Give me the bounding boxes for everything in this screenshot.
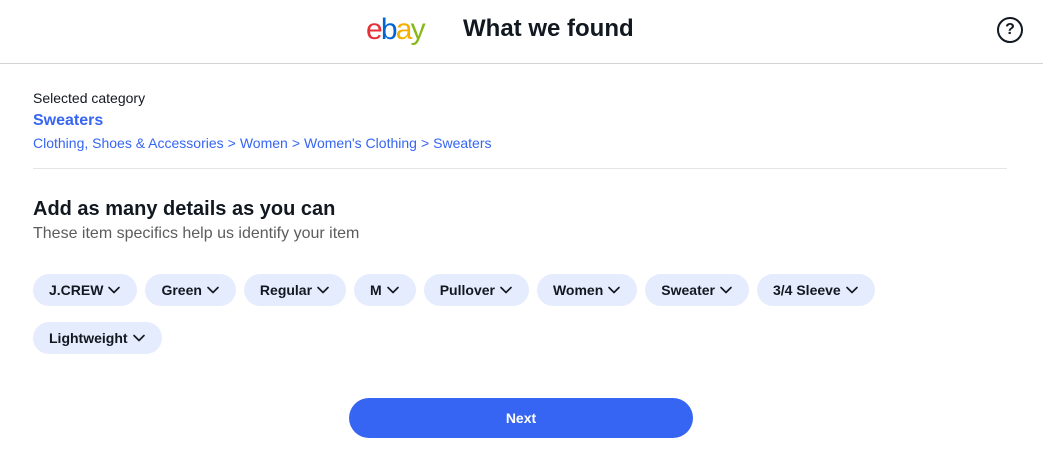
- logo-letter-b: b: [380, 13, 398, 46]
- category-breadcrumb: Clothing, Shoes & Accessories > Women > Wome…: [33, 134, 1007, 152]
- selected-category-name[interactable]: Sweaters: [33, 111, 1007, 131]
- item-specific-chip[interactable]: M: [354, 274, 416, 306]
- breadcrumb-separator: >: [291, 135, 301, 151]
- logo-letter-y: y: [410, 13, 426, 46]
- selected-category-caption: Selected category: [33, 90, 146, 106]
- item-specific-chip[interactable]: Women: [536, 274, 638, 306]
- chevron-down-icon: [206, 283, 220, 297]
- chip-label: Lightweight: [49, 330, 128, 346]
- chevron-down-icon: [607, 283, 621, 297]
- chip-label: Green: [161, 282, 202, 298]
- chip-label: Women: [552, 282, 604, 298]
- chip-label: Pullover: [439, 282, 495, 298]
- breadcrumb-item[interactable]: Sweaters: [433, 135, 491, 151]
- item-specific-chip[interactable]: Green: [145, 274, 236, 306]
- breadcrumb-separator: >: [227, 135, 236, 151]
- logo-letter-e: e: [366, 13, 383, 46]
- ebay-logo[interactable]: e b a y: [366, 13, 426, 46]
- chevron-down-icon: [316, 283, 330, 297]
- item-specific-chip[interactable]: Pullover: [423, 274, 529, 306]
- chip-label: M: [370, 282, 382, 298]
- details-subheading: These item specifics help us identify yo…: [33, 225, 360, 242]
- breadcrumb-separator: >: [420, 135, 430, 151]
- item-specific-chip[interactable]: Sweater: [645, 274, 749, 306]
- chevron-down-icon: [386, 283, 400, 297]
- logo-letter-a: a: [395, 13, 413, 46]
- section-divider: [33, 168, 1007, 169]
- item-specific-chip[interactable]: Lightweight: [33, 322, 162, 354]
- details-heading: Add as many details as you can: [33, 198, 336, 220]
- item-specific-chip[interactable]: Regular: [243, 274, 347, 306]
- item-specific-chip[interactable]: J.CREW: [33, 274, 138, 306]
- question-circle-icon[interactable]: ?: [997, 17, 1023, 43]
- chip-label: Regular: [259, 282, 313, 298]
- main-content: Selected category Sweaters Clothing, Sho…: [33, 90, 1007, 354]
- chevron-down-icon: [845, 283, 859, 297]
- chevron-down-icon: [107, 283, 121, 297]
- chip-label: J.CREW: [49, 282, 104, 298]
- chevron-down-icon: [132, 331, 146, 345]
- breadcrumb-item[interactable]: Women's Clothing: [304, 135, 417, 151]
- chip-label: 3/4 Sleeve: [772, 282, 841, 298]
- chip-label: Sweater: [661, 282, 715, 298]
- item-specific-chip[interactable]: 3/4 Sleeve: [756, 274, 875, 306]
- page-title: What we found: [463, 15, 634, 42]
- breadcrumb-item[interactable]: Clothing, Shoes & Accessories: [33, 135, 224, 151]
- breadcrumb-item[interactable]: Women: [240, 135, 288, 151]
- chevron-down-icon: [719, 283, 733, 297]
- help-glyph: ?: [1005, 21, 1015, 38]
- chevron-down-icon: [499, 283, 513, 297]
- header-bar: e b a y What we found ?: [0, 0, 1043, 64]
- item-specifics-chips: J.CREW Green Regular M Pullover Women Sw…: [33, 274, 893, 354]
- next-button[interactable]: Next: [349, 398, 693, 438]
